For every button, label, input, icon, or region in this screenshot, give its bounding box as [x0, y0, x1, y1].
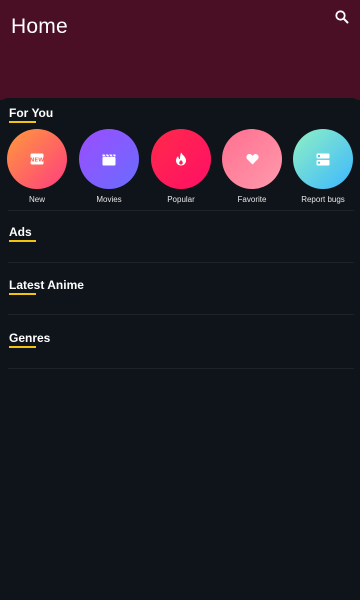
- category-label: Movies: [96, 195, 122, 204]
- app-bar: Home: [0, 0, 360, 100]
- section-title-latest-anime: Latest Anime: [9, 278, 84, 292]
- category-report-bugs[interactable]: Report bugs: [292, 129, 354, 204]
- category-label: Favorite: [237, 195, 267, 204]
- new-badge-icon: NEW: [30, 153, 44, 165]
- category-new-circle[interactable]: NEW: [7, 129, 67, 189]
- divider: [8, 314, 354, 315]
- heart-icon: [245, 153, 259, 165]
- category-popular[interactable]: Popular: [150, 129, 212, 204]
- flame-icon: [175, 152, 187, 166]
- category-favorite-circle[interactable]: [222, 129, 282, 189]
- category-movies-circle[interactable]: [79, 129, 139, 189]
- divider: [8, 210, 354, 211]
- category-label: Popular: [167, 195, 195, 204]
- search-icon[interactable]: [334, 9, 350, 25]
- divider: [8, 262, 354, 263]
- svg-text:NEW: NEW: [30, 157, 44, 163]
- section-underline: [9, 293, 36, 295]
- home-content: For You NEW New Movies Popular Favorite …: [0, 98, 360, 600]
- category-report-bugs-circle[interactable]: [293, 129, 353, 189]
- section-title-for-you: For You: [9, 106, 54, 120]
- section-underline: [9, 346, 36, 348]
- category-new[interactable]: NEW New: [6, 129, 68, 204]
- section-underline: [9, 121, 36, 123]
- section-title-ads: Ads: [9, 225, 32, 239]
- category-popular-circle[interactable]: [151, 129, 211, 189]
- page-title: Home: [11, 15, 68, 38]
- category-label: New: [28, 195, 45, 204]
- category-label: Report bugs: [301, 195, 345, 204]
- report-icon: [316, 153, 330, 166]
- category-movies[interactable]: Movies: [78, 129, 140, 204]
- divider: [8, 368, 354, 369]
- section-underline: [9, 240, 36, 242]
- section-title-genres: Genres: [9, 331, 51, 345]
- clapperboard-icon: [102, 153, 116, 166]
- category-favorite[interactable]: Favorite: [221, 129, 283, 204]
